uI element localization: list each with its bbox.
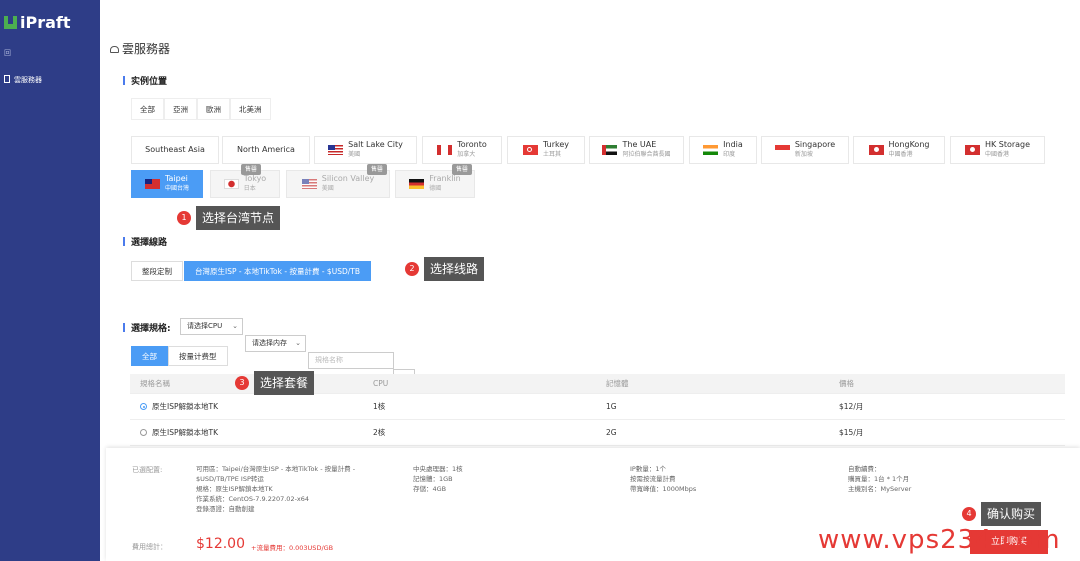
location-singapore[interactable]: Singapore 新加坡 bbox=[761, 136, 849, 164]
singapore-flag-icon bbox=[774, 145, 790, 155]
column-header-price: 價格 bbox=[839, 379, 854, 388]
row-price: $15/月 bbox=[839, 428, 864, 437]
location-southeast-asia[interactable]: Southeast Asia bbox=[131, 136, 219, 164]
sidebar: iPraft 回 雲服務器 bbox=[0, 0, 100, 561]
canada-flag-icon bbox=[437, 145, 453, 155]
app-logo[interactable]: iPraft bbox=[4, 13, 71, 32]
memory-select[interactable]: 请选择内存 ⌄ bbox=[245, 335, 306, 352]
tab-filter-all[interactable]: 全部 bbox=[131, 346, 168, 366]
callout-step-3: 3 选择套餐 bbox=[235, 371, 315, 395]
location-toronto[interactable]: Toronto 加拿大 bbox=[422, 136, 502, 164]
document-icon bbox=[4, 75, 10, 83]
location-salt-lake-city[interactable]: Salt Lake City 美國 bbox=[314, 136, 417, 164]
spec-filter-tabs: 全部 按量计费型 bbox=[131, 346, 228, 366]
row-price: $12/月 bbox=[839, 402, 864, 411]
row-cpu: 2核 bbox=[373, 428, 386, 437]
config-details-col4: 自動續費： 購買量：1台 * 1个月 主機別名：MyServer bbox=[848, 465, 912, 493]
location-silicon-valley[interactable]: 售罄 Silicon Valley 美國 bbox=[286, 164, 390, 198]
config-details-col2: 中央處理器：1核 記憶體：1GB 存儲：4GB bbox=[413, 465, 463, 493]
line-option-custom[interactable]: 整段定制 bbox=[131, 261, 183, 281]
location-india[interactable]: India 印度 bbox=[689, 136, 757, 164]
line-options: 整段定制 台灣原生ISP - 本地TikTok - 按量計費 - $USD/TB bbox=[131, 261, 371, 281]
location-hongkong[interactable]: HongKong 中國香港 bbox=[853, 136, 945, 164]
row-memory: 1G bbox=[606, 402, 617, 411]
us-flag-icon bbox=[301, 179, 317, 189]
location-turkey[interactable]: Turkey 土耳其 bbox=[507, 136, 585, 164]
chevron-down-icon: ⌄ bbox=[232, 322, 238, 330]
column-header-memory: 記憶體 bbox=[606, 379, 629, 388]
sold-out-badge: 售罄 bbox=[367, 164, 388, 175]
config-details-col1: 可用區：Taipei/台灣原生ISP - 本地TikTok - 按量計費 - $… bbox=[196, 465, 356, 513]
location-franklin[interactable]: 售罄 Franklin 德國 bbox=[395, 164, 475, 198]
logo-icon bbox=[4, 16, 17, 29]
us-flag-icon bbox=[328, 145, 344, 155]
tab-region-asia[interactable]: 亞洲 bbox=[164, 98, 197, 120]
callout-step-4: 4 确认购买 bbox=[962, 502, 1042, 526]
sidebar-item-label: 雲服務器 bbox=[14, 76, 42, 84]
india-flag-icon bbox=[703, 145, 719, 155]
radio-button[interactable] bbox=[140, 429, 147, 436]
watermark-text: www.vps234.com bbox=[818, 525, 1061, 555]
tab-region-europe[interactable]: 歐洲 bbox=[197, 98, 230, 120]
sidebar-sub-label: 回 bbox=[4, 49, 11, 57]
location-hk-storage[interactable]: HK Storage 中國香港 bbox=[950, 136, 1045, 164]
callout-step-1: 1 选择台湾节点 bbox=[177, 206, 281, 230]
fee-total-label: 費用總計： bbox=[132, 543, 167, 551]
germany-flag-icon bbox=[409, 179, 425, 189]
taiwan-flag-icon bbox=[144, 179, 160, 189]
total-price: $12.00 bbox=[196, 536, 245, 552]
row-name: 原生ISP解鎖本地TK bbox=[152, 402, 218, 411]
japan-flag-icon bbox=[223, 179, 239, 189]
region-tabs: 全部 亞洲 歐洲 北美洲 bbox=[131, 98, 271, 120]
main-content: 雲服務器 实例位置 全部 亞洲 歐洲 北美洲 Southeast Asia No… bbox=[100, 0, 1080, 561]
tab-region-north-america[interactable]: 北美洲 bbox=[230, 98, 271, 120]
turkey-flag-icon bbox=[522, 145, 538, 155]
line-section-title: 選擇線路 bbox=[123, 235, 167, 248]
line-option-taiwan-isp[interactable]: 台灣原生ISP - 本地TikTok - 按量計費 - $USD/TB bbox=[184, 261, 371, 281]
row-memory: 2G bbox=[606, 428, 617, 437]
tab-region-all[interactable]: 全部 bbox=[131, 98, 164, 120]
callout-step-2: 2 选择线路 bbox=[405, 257, 485, 281]
cpu-select[interactable]: 请选择CPU ⌄ bbox=[180, 318, 243, 335]
hongkong-flag-icon bbox=[964, 145, 980, 155]
selected-config-label: 已選配置: bbox=[132, 466, 163, 474]
sold-out-badge: 售罄 bbox=[452, 164, 473, 175]
sidebar-item-cloud-server[interactable]: 雲服務器 bbox=[4, 75, 42, 85]
location-section-title: 实例位置 bbox=[123, 74, 167, 87]
column-header-cpu: CPU bbox=[373, 379, 389, 388]
row-cpu: 1核 bbox=[373, 402, 386, 411]
cloud-icon bbox=[110, 46, 119, 53]
location-the-uae[interactable]: The UAE 阿拉伯聯合酋長國 bbox=[589, 136, 684, 164]
location-tokyo[interactable]: 售罄 Tokyo 日本 bbox=[210, 164, 280, 198]
radio-button[interactable] bbox=[140, 403, 147, 410]
chevron-down-icon: ⌄ bbox=[295, 339, 301, 347]
config-details-col3: IP數量：1个 按需按流量計費 帶寬峰值：1000Mbps bbox=[630, 465, 697, 493]
table-row[interactable]: 原生ISP解鎖本地TK 1核 1G $12/月 bbox=[130, 394, 1065, 420]
hongkong-flag-icon bbox=[868, 145, 884, 155]
row-name: 原生ISP解鎖本地TK bbox=[152, 428, 218, 437]
location-taipei[interactable]: Taipei 中國台灣 bbox=[131, 170, 203, 198]
spec-name-input[interactable]: 規格名称 bbox=[308, 352, 394, 369]
spec-section-title: 選擇規格: bbox=[123, 321, 171, 334]
table-row[interactable]: 原生ISP解鎖本地TK 2核 2G $15/月 bbox=[130, 420, 1065, 446]
traffic-fee: +流量費用：0.003USD/GB bbox=[251, 544, 334, 552]
sold-out-badge: 售罄 bbox=[241, 164, 262, 175]
uae-flag-icon bbox=[602, 145, 618, 155]
tab-filter-usage-based[interactable]: 按量计费型 bbox=[168, 346, 228, 366]
location-north-america[interactable]: North America bbox=[222, 136, 310, 164]
page-title: 雲服務器 bbox=[110, 40, 170, 57]
